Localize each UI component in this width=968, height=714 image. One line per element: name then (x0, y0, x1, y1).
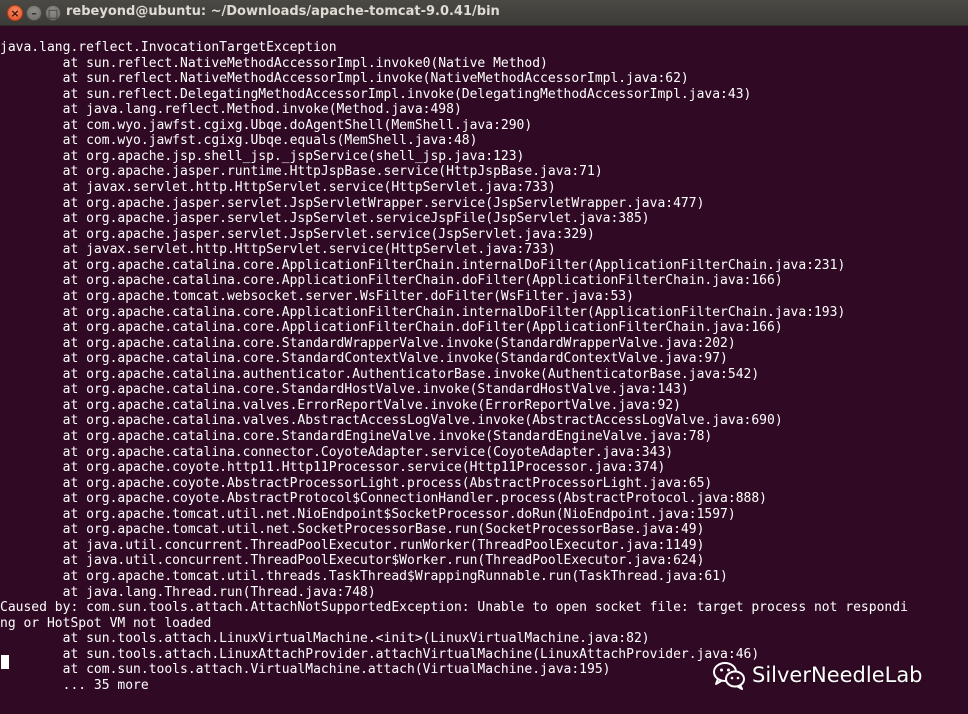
terminal-line: at org.apache.coyote.AbstractProcessorLi… (0, 475, 713, 491)
terminal-window: × – □ rebeyond@ubuntu: ~/Downloads/apach… (0, 0, 968, 714)
terminal-line: at org.apache.catalina.valves.AbstractAc… (0, 413, 783, 429)
maximize-button[interactable]: □ (45, 5, 61, 21)
wechat-icon (713, 662, 745, 690)
terminal-line: at sun.reflect.DelegatingMethodAccessorI… (0, 86, 752, 102)
terminal-line: at javax.servlet.http.HttpServlet.servic… (0, 242, 556, 258)
terminal-line: at org.apache.jasper.servlet.JspServletW… (0, 195, 705, 211)
terminal-line: at java.lang.Thread.run(Thread.java:748) (0, 584, 376, 600)
terminal-line: at org.apache.tomcat.websocket.server.Ws… (0, 288, 634, 304)
terminal-line: at org.apache.catalina.core.StandardEngi… (0, 429, 713, 444)
terminal-line: at org.apache.catalina.core.StandardCont… (0, 351, 728, 367)
terminal-line: at org.apache.tomcat.util.net.NioEndpoin… (0, 506, 736, 522)
terminal-line: at org.apache.catalina.authenticator.Aut… (0, 366, 760, 382)
terminal-line: at java.lang.reflect.Method.invoke(Metho… (0, 102, 462, 118)
terminal-line: at java.util.concurrent.ThreadPoolExecut… (0, 553, 705, 569)
terminal-line: at com.wyo.jawfst.cgixg.Ubqe.equals(MemS… (0, 133, 478, 149)
close-icon: × (10, 6, 20, 20)
terminal-line: at org.apache.jasper.servlet.JspServlet.… (0, 211, 650, 227)
minimize-icon: – (31, 6, 37, 20)
terminal-line: at org.apache.catalina.core.ApplicationF… (0, 304, 846, 320)
terminal-line: at org.apache.tomcat.util.net.SocketProc… (0, 522, 705, 538)
terminal-line: at org.apache.jsp.shell_jsp._jspService(… (0, 148, 525, 164)
maximize-icon: □ (47, 6, 59, 20)
watermark-text: SilverNeedleLab (752, 663, 923, 687)
terminal-line: at sun.tools.attach.LinuxVirtualMachine.… (0, 631, 650, 647)
close-button[interactable]: × (7, 5, 23, 21)
terminal-output[interactable]: java.lang.reflect.InvocationTargetExcept… (0, 40, 968, 714)
terminal-line: at sun.reflect.NativeMethodAccessorImpl.… (0, 71, 689, 87)
terminal-line: at sun.reflect.NativeMethodAccessorImpl.… (0, 55, 548, 71)
terminal-line: java.lang.reflect.InvocationTargetExcept… (0, 40, 337, 55)
terminal-line: at org.apache.catalina.core.ApplicationF… (0, 273, 783, 289)
terminal-line: at org.apache.jasper.servlet.JspServlet.… (0, 226, 595, 242)
terminal-line: at org.apache.coyote.AbstractProtocol$Co… (0, 491, 768, 507)
terminal-line: at org.apache.catalina.core.StandardWrap… (0, 335, 736, 351)
terminal-line: at org.apache.catalina.core.StandardHost… (0, 382, 689, 398)
terminal-line: Caused by: com.sun.tools.attach.AttachNo… (0, 600, 908, 616)
terminal-line: at javax.servlet.http.HttpServlet.servic… (0, 180, 556, 196)
terminal-line: at org.apache.coyote.http11.Http11Proces… (0, 460, 666, 476)
minimize-button[interactable]: – (26, 5, 42, 21)
terminal-line: at java.util.concurrent.ThreadPoolExecut… (0, 537, 705, 553)
terminal-cursor (1, 655, 9, 669)
terminal-line: at com.wyo.jawfst.cgixg.Ubqe.doAgentShel… (0, 117, 533, 133)
title-bar[interactable]: × – □ rebeyond@ubuntu: ~/Downloads/apach… (0, 0, 968, 26)
terminal-line: at org.apache.jasper.runtime.HttpJspBase… (0, 164, 603, 180)
window-title: rebeyond@ubuntu: ~/Downloads/apache-tomc… (66, 4, 500, 19)
terminal-line: at org.apache.catalina.valves.ErrorRepor… (0, 397, 681, 413)
terminal-line: at org.apache.catalina.connector.CoyoteA… (0, 444, 674, 460)
terminal-line: ng or HotSpot VM not loaded (0, 615, 212, 631)
terminal-line: at org.apache.catalina.core.ApplicationF… (0, 257, 846, 273)
watermark: SilverNeedleLab (712, 659, 923, 691)
terminal-line: at org.apache.catalina.core.ApplicationF… (0, 320, 783, 336)
terminal-line: at org.apache.tomcat.util.threads.TaskTh… (0, 569, 728, 585)
